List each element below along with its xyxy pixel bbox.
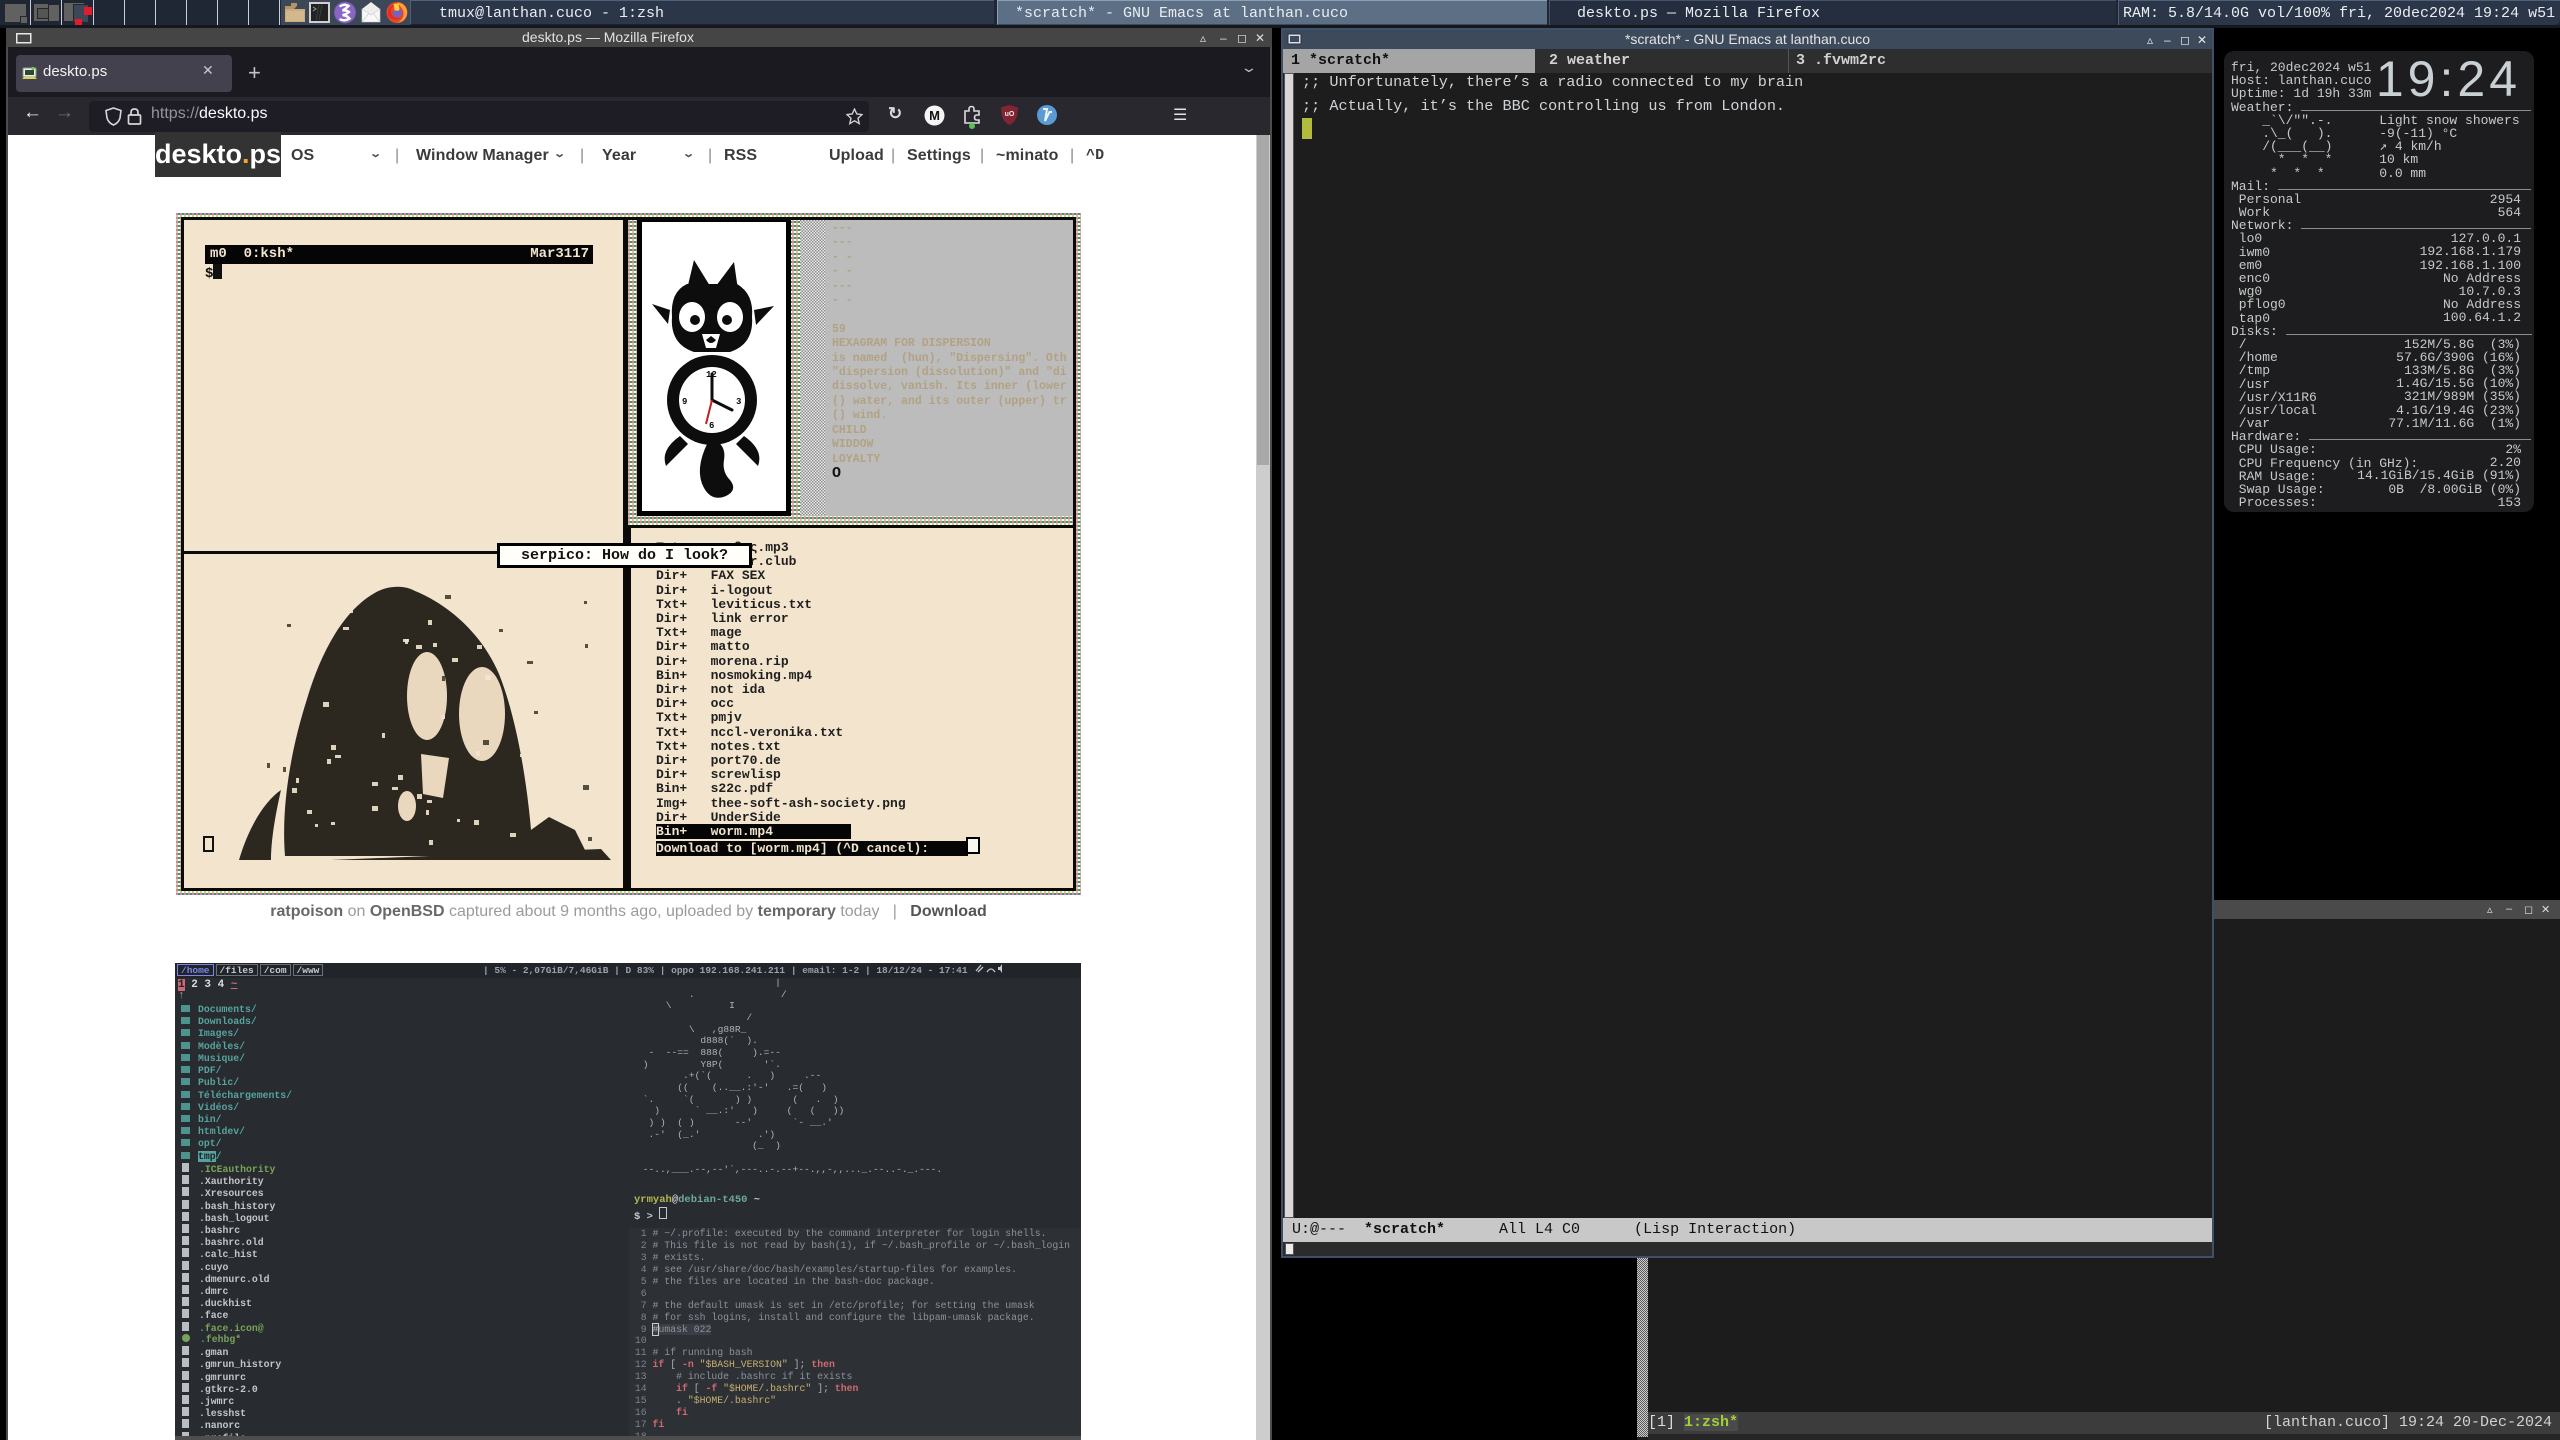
svg-text:6: 6 (709, 421, 714, 431)
svg-text:3: 3 (736, 397, 741, 407)
svg-text:9: 9 (682, 397, 687, 407)
svg-text:12: 12 (706, 370, 717, 380)
svg-text:uO: uO (1005, 111, 1015, 118)
svg-text:M: M (929, 108, 940, 123)
